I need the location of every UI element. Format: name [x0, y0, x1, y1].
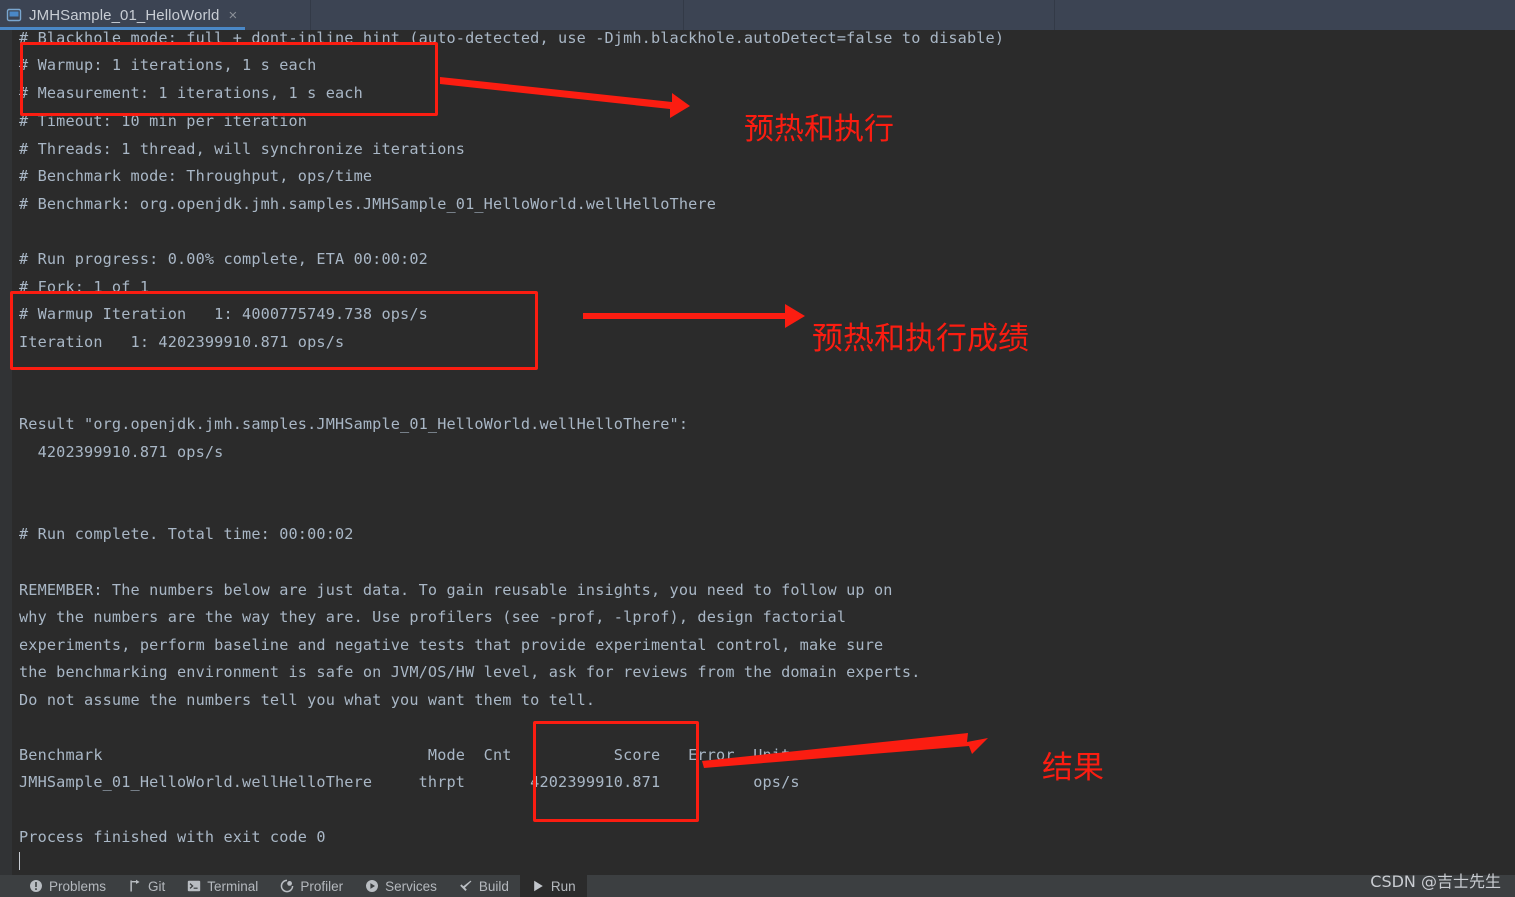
tab-jmhsample-01-helloworld[interactable]: JMHSample_01_HelloWorld × — [0, 0, 246, 30]
console-line: the benchmarking environment is safe on … — [19, 663, 921, 681]
console-line: experiments, perform baseline and negati… — [19, 636, 884, 654]
tabbar-divider — [1054, 0, 1055, 30]
console-line: Do not assume the numbers tell you what … — [19, 691, 596, 709]
console-line: why the numbers are the way they are. Us… — [19, 608, 847, 626]
results-table-header: Benchmark Mode Cnt Score Error Units — [19, 746, 800, 764]
console-line: # Blackhole mode: full + dont-inline hin… — [19, 30, 1005, 47]
statusbar-item-terminal[interactable]: Terminal — [176, 875, 269, 897]
statusbar-item-run[interactable]: Run — [519, 875, 587, 897]
close-icon[interactable]: × — [228, 8, 237, 23]
console-line: 4202399910.871 ops/s — [19, 443, 224, 461]
statusbar-item-git[interactable]: Git — [117, 875, 176, 897]
statusbar-item-services[interactable]: Services — [354, 875, 448, 897]
console-line: # Warmup Iteration 1: 4000775749.738 ops… — [19, 305, 428, 323]
bottom-toolwindow-bar: Problems Git Terminal Profiler Services … — [0, 875, 1515, 897]
statusbar-label: Build — [478, 878, 509, 894]
statusbar-label: Problems — [49, 878, 107, 894]
console-line: # Benchmark mode: Throughput, ops/time — [19, 167, 373, 185]
console-line: # Run complete. Total time: 00:00:02 — [19, 525, 354, 543]
statusbar-label: Git — [148, 878, 166, 894]
tabbar-divider — [310, 0, 311, 30]
tab-label: JMHSample_01_HelloWorld — [29, 6, 220, 24]
git-branch-icon — [130, 879, 140, 892]
console-caret — [19, 852, 20, 870]
console-output[interactable]: # Blackhole mode: full + dont-inline hin… — [0, 30, 1515, 875]
terminal-icon — [188, 880, 201, 892]
statusbar-item-profiler[interactable]: Profiler — [269, 875, 354, 897]
console-line: # Warmup: 1 iterations, 1 s each — [19, 56, 317, 74]
console-line: REMEMBER: The numbers below are just dat… — [19, 581, 893, 599]
statusbar-label: Run — [550, 878, 576, 894]
tabbar-divider — [683, 0, 684, 30]
statusbar-label: Services — [385, 878, 437, 894]
annotation-label-warmup-and-execution-score: 预热和执行成绩 — [812, 321, 1029, 357]
console-line: # Run progress: 0.00% complete, ETA 00:0… — [19, 250, 428, 268]
build-hammer-icon — [460, 880, 472, 891]
run-config-icon — [6, 8, 22, 22]
watermark: CSDN @吉士先生 — [1370, 872, 1501, 891]
console-line: Result "org.openjdk.jmh.samples.JMHSampl… — [19, 415, 689, 433]
console-line: Iteration 1: 4202399910.871 ops/s — [19, 333, 345, 351]
statusbar-item-build[interactable]: Build — [448, 875, 520, 897]
results-table-row: JMHSample_01_HelloWorld.wellHelloThere t… — [19, 773, 800, 791]
console-line: # Threads: 1 thread, will synchronize it… — [19, 140, 466, 158]
console-line: # Benchmark: org.openjdk.jmh.samples.JMH… — [19, 195, 717, 213]
console-line: # Fork: 1 of 1 — [19, 278, 150, 296]
warning-circle-icon — [30, 880, 42, 892]
statusbar-label: Terminal — [207, 878, 259, 894]
run-tool-tabbar: JMHSample_01_HelloWorld × — [0, 0, 1515, 30]
console-line: # Measurement: 1 iterations, 1 s each — [19, 84, 363, 102]
statusbar-item-problems[interactable]: Problems — [18, 875, 117, 897]
run-triangle-icon — [534, 880, 543, 892]
console-line: Process finished with exit code 0 — [19, 828, 326, 846]
console-line: # Timeout: 10 min per iteration — [19, 112, 308, 130]
statusbar-label: Profiler — [300, 878, 344, 894]
annotation-label-result: 结果 — [1042, 750, 1104, 786]
services-icon — [366, 880, 379, 892]
ide-run-window: JMHSample_01_HelloWorld × # Blackhole mo… — [0, 0, 1515, 897]
profiler-icon — [280, 879, 294, 893]
console-gutter — [0, 30, 12, 875]
annotation-label-warmup-and-execution: 预热和执行 — [744, 112, 894, 147]
